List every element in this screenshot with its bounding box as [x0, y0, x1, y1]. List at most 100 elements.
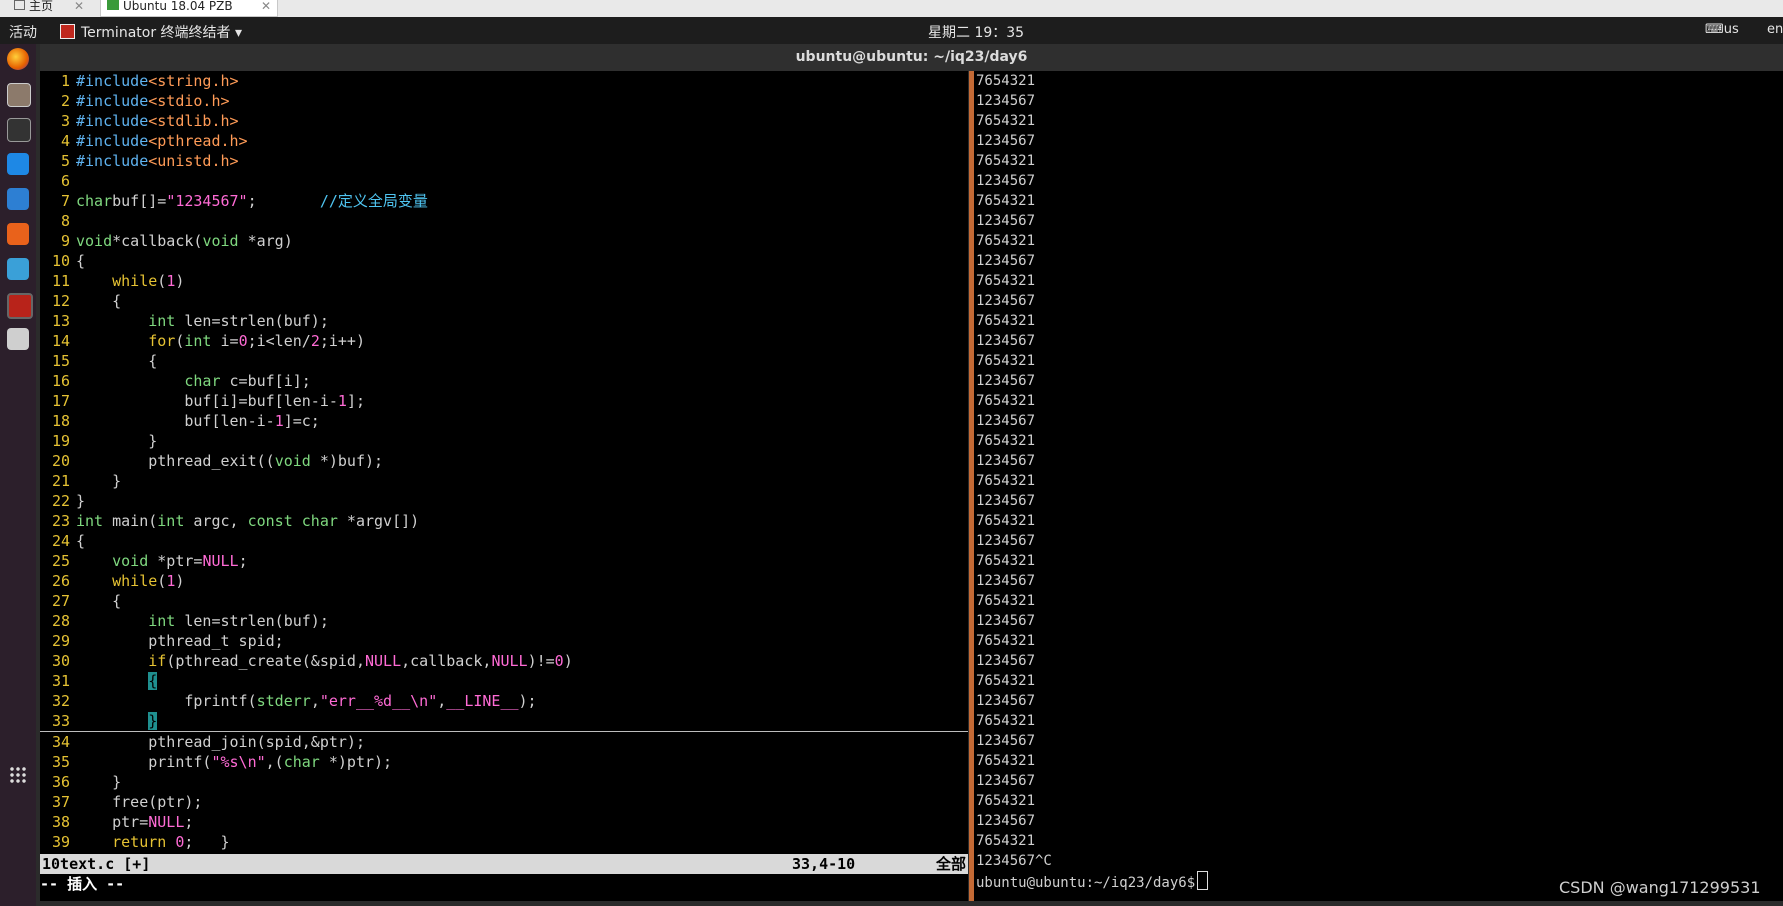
close-icon[interactable]: ✕	[261, 0, 271, 12]
line-number: 20	[51, 452, 70, 470]
code-line[interactable]: 21 }	[40, 471, 968, 491]
code-line[interactable]: 16 char c=buf[i];	[40, 371, 968, 391]
code-line[interactable]: 26 while(1)	[40, 571, 968, 591]
vscode-icon[interactable]	[7, 153, 29, 175]
close-icon[interactable]: ✕	[74, 0, 84, 12]
files-icon[interactable]	[7, 83, 31, 107]
code-text: #include<stdio.h>	[76, 92, 230, 110]
code-token: buf[i]=buf[len-i-	[76, 392, 338, 410]
app-menu[interactable]: Terminator 终端终结者 ▾	[60, 22, 242, 42]
code-text: if(pthread_create(&spid,NULL,callback,NU…	[76, 652, 573, 670]
keyboard-layout-indicator[interactable]: ⌨us	[1705, 22, 1739, 37]
line-number: 39	[51, 833, 70, 851]
code-line[interactable]: 22}	[40, 491, 968, 511]
code-line[interactable]: 37 free(ptr);	[40, 792, 968, 812]
code-line[interactable]: 33 }	[40, 711, 968, 732]
code-line[interactable]: 7 charbuf[]="1234567"; //定义全局变量	[40, 191, 968, 211]
code-line[interactable]: 24 {	[40, 531, 968, 551]
code-token: #include	[76, 112, 149, 130]
search-tool-icon[interactable]	[7, 328, 29, 350]
language-indicator[interactable]: en	[1767, 22, 1783, 37]
code-line[interactable]: 28 int len=strlen(buf);	[40, 611, 968, 631]
code-line[interactable]: 4 #include<pthread.h>	[40, 131, 968, 151]
code-line[interactable]: 19 }	[40, 431, 968, 451]
code-text: pthread_exit((void *)buf);	[76, 452, 383, 470]
code-line[interactable]: 1 #include<string.h>	[40, 71, 968, 91]
code-token: );	[518, 692, 537, 710]
code-line[interactable]: 31 {	[40, 671, 968, 691]
code-line[interactable]: 13 int len=strlen(buf);	[40, 311, 968, 331]
code-line[interactable]: 27 {	[40, 591, 968, 611]
code-area[interactable]: 1 #include<string.h> 2 #include<stdio.h> 3 #i…	[40, 71, 968, 852]
activities-button[interactable]: 活动	[9, 22, 37, 42]
code-token: }	[76, 472, 122, 490]
code-token: ;i++)	[319, 332, 365, 350]
code-token: )!=	[527, 652, 555, 670]
code-token: c=buf[i];	[220, 372, 311, 390]
line-number: 21	[51, 472, 70, 490]
v2-icon[interactable]	[7, 188, 29, 210]
code-line[interactable]: 6	[40, 171, 968, 191]
status-cursor-position: 33,4-10	[792, 855, 856, 873]
code-text: #include<unistd.h>	[76, 152, 239, 170]
code-line[interactable]: 25 void *ptr=NULL;	[40, 551, 968, 571]
app-menu-label: Terminator 终端终结者 ▾	[81, 25, 243, 41]
line-number: 23	[51, 512, 70, 530]
code-line[interactable]: 32 fprintf(stderr,"err__%d__\n",__LINE__…	[40, 691, 968, 711]
vm-tab-home[interactable]: 主页 ✕	[8, 0, 90, 16]
code-token: ;	[238, 552, 248, 570]
code-line[interactable]: 17 buf[i]=buf[len-i-1];	[40, 391, 968, 411]
terminal-icon[interactable]	[7, 118, 31, 142]
code-line[interactable]: 10 {	[40, 251, 968, 271]
network-tool-icon[interactable]	[7, 258, 29, 280]
code-line[interactable]: 20 pthread_exit((void *)buf);	[40, 451, 968, 471]
vm-tab-bar: 主页 ✕ Ubuntu 18.04 PZB ✕	[0, 0, 1783, 18]
code-token: 1	[166, 572, 176, 590]
code-text: fprintf(stderr,"err__%d__\n",__LINE__);	[76, 692, 537, 710]
code-line[interactable]: 8	[40, 211, 968, 231]
code-token: pthread_exit((	[76, 452, 275, 470]
code-line[interactable]: 39 return 0; }	[40, 832, 968, 852]
code-token: "%s\n"	[211, 753, 266, 771]
code-line[interactable]: 30 if(pthread_create(&spid,NULL,callback…	[40, 651, 968, 671]
code-line[interactable]: 29 pthread_t spid;	[40, 631, 968, 651]
code-line[interactable]: 15 {	[40, 351, 968, 371]
code-line[interactable]: 3 #include<stdlib.h>	[40, 111, 968, 131]
code-line[interactable]: 5 #include<unistd.h>	[40, 151, 968, 171]
code-token: void	[112, 552, 149, 570]
output-line: 7654321	[976, 73, 1036, 89]
line-number: 33	[51, 712, 70, 730]
vim-editor-pane[interactable]: 1 #include<string.h> 2 #include<stdio.h> 3 #i…	[40, 71, 968, 901]
code-line[interactable]: 35 printf("%s\n",(char *)ptr);	[40, 752, 968, 772]
home-icon	[14, 0, 25, 10]
code-token: main(	[103, 512, 158, 530]
terminator-icon[interactable]	[7, 293, 33, 319]
code-line[interactable]: 36 }	[40, 772, 968, 792]
code-line[interactable]: 11 while(1)	[40, 271, 968, 291]
line-number: 10	[51, 252, 70, 270]
clock[interactable]: 星期二 19：35	[928, 22, 1024, 42]
output-line: 1234567	[976, 493, 1036, 509]
code-line[interactable]: 2 #include<stdio.h>	[40, 91, 968, 111]
code-line[interactable]: 14 for(int i=0;i<len/2;i++)	[40, 331, 968, 351]
line-number: 3	[60, 112, 70, 130]
gnome-top-bar: 活动 Terminator 终端终结者 ▾ 星期二 19：35 ⌨us en	[0, 17, 1783, 44]
code-token: int	[76, 512, 104, 530]
software-center-icon[interactable]	[7, 223, 29, 245]
terminal-output-pane[interactable]: 7654321 1234567 7654321 1234567 7654321 12345…	[974, 71, 1783, 901]
code-line[interactable]: 34 pthread_join(spid,&ptr);	[40, 732, 968, 752]
vm-tab-ubuntu[interactable]: Ubuntu 18.04 PZB ✕	[100, 0, 278, 17]
line-number: 8	[60, 212, 70, 230]
code-token: )	[563, 652, 573, 670]
code-text: {	[76, 352, 157, 370]
code-line[interactable]: 23 int main(int argc, const char *argv[])	[40, 511, 968, 531]
code-token: 1	[274, 412, 284, 430]
code-line[interactable]: 12 {	[40, 291, 968, 311]
code-line[interactable]: 18 buf[len-i-1]=c;	[40, 411, 968, 431]
code-line[interactable]: 9 void*callback(void *arg)	[40, 231, 968, 251]
code-line[interactable]: 38 ptr=NULL;	[40, 812, 968, 832]
code-token: buf[]=	[112, 192, 167, 210]
show-applications-icon[interactable]	[9, 766, 27, 784]
firefox-icon[interactable]	[7, 48, 29, 70]
